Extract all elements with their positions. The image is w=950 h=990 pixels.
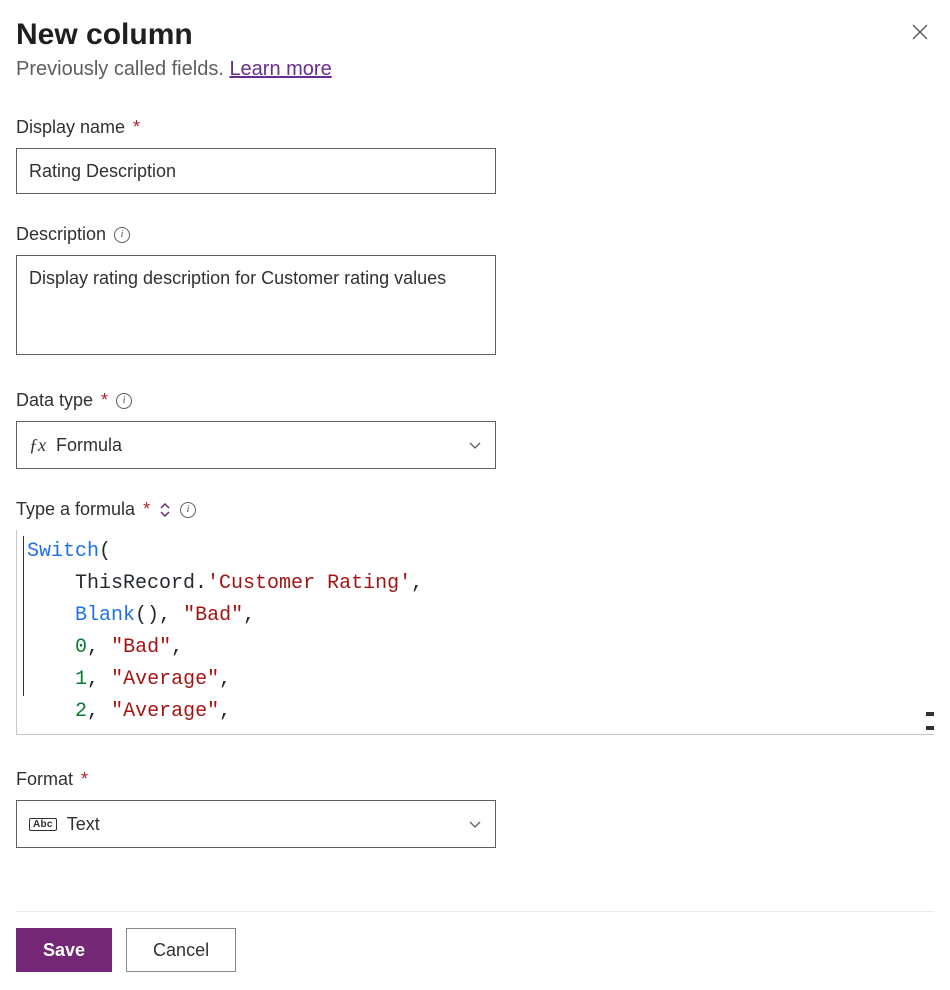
required-indicator: * (81, 769, 88, 790)
info-icon[interactable]: i (114, 227, 130, 243)
data-type-select[interactable]: ƒx Formula (16, 421, 496, 469)
expand-collapse-icon[interactable] (158, 503, 172, 517)
panel-header: New column Previously called fields. Lea… (16, 18, 934, 117)
data-type-label: Data type * i (16, 390, 934, 411)
page-title: New column (16, 18, 332, 52)
description-field: Description i (16, 224, 934, 360)
chevron-down-icon (467, 816, 483, 832)
learn-more-link[interactable]: Learn more (229, 58, 331, 80)
format-select[interactable]: Abc Text (16, 800, 496, 848)
formula-fx-icon: ƒx (29, 435, 46, 456)
data-type-selected: Formula (56, 435, 122, 456)
format-selected: Text (67, 814, 100, 835)
format-field: Format * Abc Text (16, 769, 934, 848)
formula-label: Type a formula * i (16, 499, 934, 520)
text-abc-icon: Abc (29, 818, 57, 831)
new-column-panel: New column Previously called fields. Lea… (0, 0, 950, 990)
scrollbar-handle[interactable] (926, 712, 934, 730)
display-name-field: Display name * (16, 117, 934, 194)
info-icon[interactable]: i (180, 502, 196, 518)
footer-actions: Save Cancel (16, 911, 934, 990)
display-name-input[interactable] (16, 148, 496, 194)
required-indicator: * (143, 499, 150, 520)
chevron-down-icon (467, 437, 483, 453)
save-button[interactable]: Save (16, 928, 112, 972)
required-indicator: * (101, 390, 108, 411)
close-button[interactable] (906, 18, 934, 46)
text-cursor (23, 536, 24, 696)
page-subtitle: Previously called fields. Learn more (16, 58, 332, 81)
close-icon (910, 22, 930, 42)
description-input[interactable] (16, 255, 496, 355)
cancel-button[interactable]: Cancel (126, 928, 236, 972)
formula-editor[interactable]: Switch( ThisRecord.'Customer Rating', Bl… (16, 530, 934, 735)
formula-field: Type a formula * i Switch( ThisRecord.'C… (16, 499, 934, 735)
format-label: Format * (16, 769, 934, 790)
display-name-label: Display name * (16, 117, 934, 138)
required-indicator: * (133, 117, 140, 138)
data-type-field: Data type * i ƒx Formula (16, 390, 934, 469)
description-label: Description i (16, 224, 934, 245)
info-icon[interactable]: i (116, 393, 132, 409)
